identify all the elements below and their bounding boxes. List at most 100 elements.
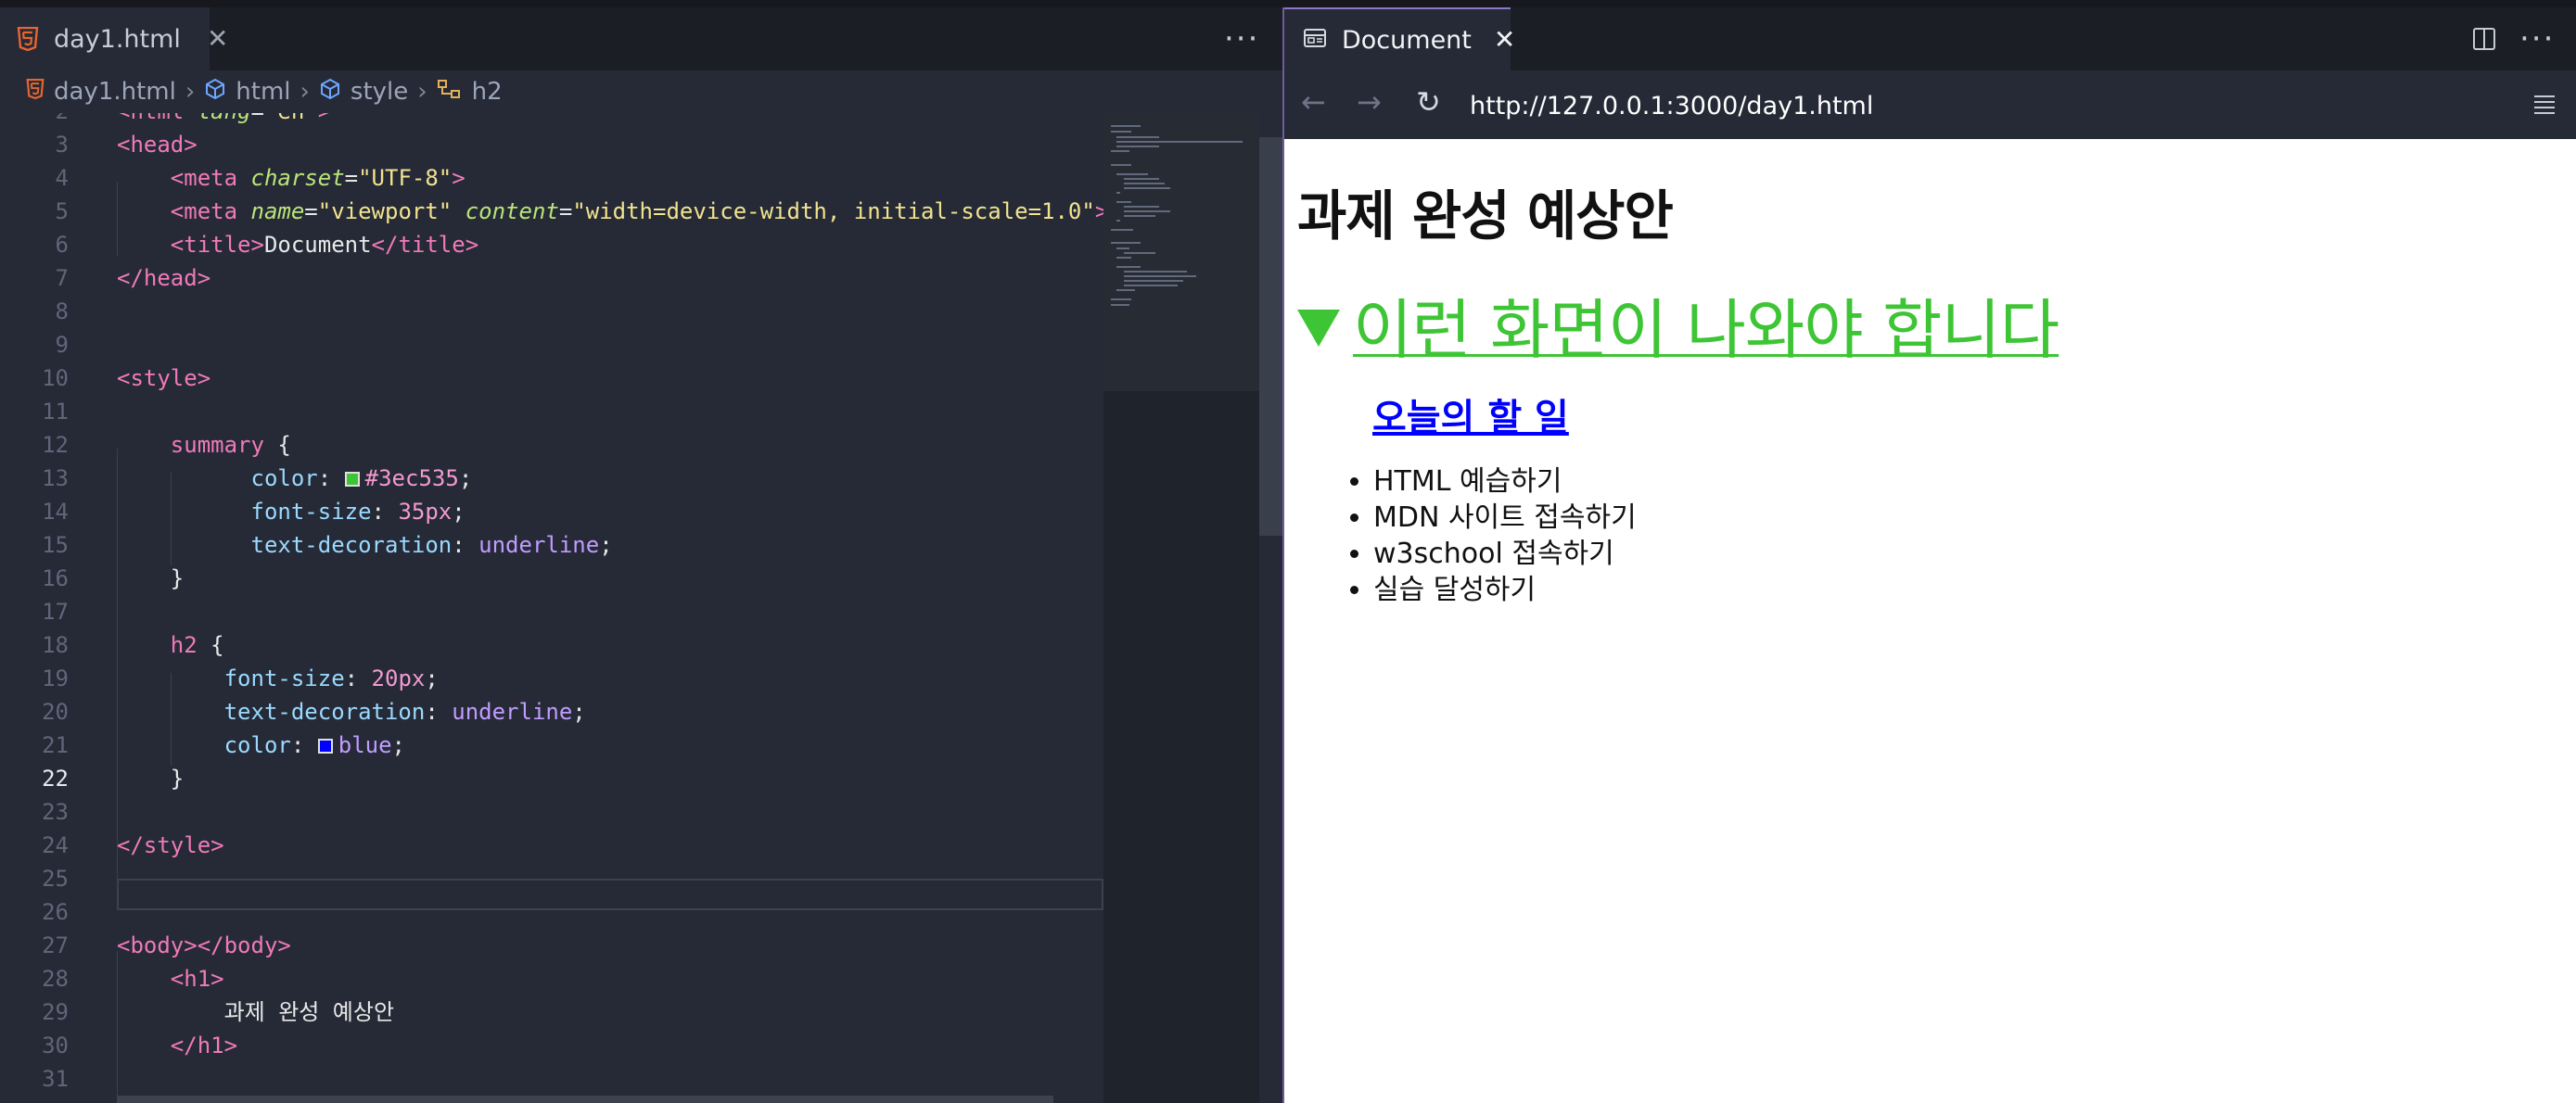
window-top-strip [0, 0, 2576, 7]
menu-icon[interactable] [2532, 93, 2557, 119]
browser-tab-bar: Document ✕ ··· [1284, 7, 2576, 70]
code-line[interactable]: 2 <html lang="en"> [0, 113, 1103, 128]
code-line[interactable]: 14 font-size: 35px; [0, 495, 1103, 528]
line-number: 13 [42, 465, 69, 491]
minimap-slider[interactable] [1103, 113, 1259, 391]
code-line[interactable]: 31 [0, 1062, 1103, 1096]
details-summary[interactable]: 이런 화면이 나와야 합니다 [1297, 278, 2060, 372]
breadcrumb-style[interactable]: style [319, 78, 408, 107]
line-number: 5 [55, 198, 69, 224]
line-number: 26 [42, 899, 69, 925]
close-icon[interactable]: ✕ [1494, 27, 1515, 53]
browser-nav-bar: ← → ↻ [1284, 70, 2576, 139]
code-line[interactable]: 3 <head> [0, 128, 1103, 161]
code-line[interactable]: 7 </head> [0, 261, 1103, 295]
line-number: 10 [42, 365, 69, 391]
code-line[interactable]: 6 <title>Document</title> [0, 228, 1103, 261]
css-selector-icon [437, 78, 463, 107]
page-title: 과제 완성 예상안 [1297, 184, 1674, 247]
code-line[interactable]: 21 color: blue; [0, 729, 1103, 762]
more-actions-icon[interactable]: ··· [1224, 20, 1259, 57]
line-number: 27 [42, 932, 69, 958]
code-line[interactable]: 10 <style> [0, 361, 1103, 395]
cube-icon [319, 78, 341, 107]
todo-heading: 오늘의 할 일 [1372, 397, 1569, 439]
line-number: 6 [55, 232, 69, 258]
disclosure-triangle-icon[interactable] [1297, 309, 1340, 347]
code-line[interactable]: 26 [0, 895, 1103, 929]
code-line[interactable]: 9 [0, 328, 1103, 361]
code-line-text: color: #3ec535; [250, 465, 473, 491]
code-line[interactable]: 11 [0, 395, 1103, 428]
code-line[interactable]: 22 } [0, 762, 1103, 795]
breadcrumb-style-label: style [350, 78, 409, 106]
code-line[interactable]: 24 </style> [0, 829, 1103, 862]
line-number: 14 [42, 499, 69, 525]
line-number: 30 [42, 1033, 69, 1059]
list-item: 실습 달성하기 [1373, 572, 1637, 608]
code-line[interactable]: 19 font-size: 20px; [0, 662, 1103, 695]
code-line[interactable]: 29 과제 완성 예상안 [0, 995, 1103, 1029]
url-input[interactable] [1470, 87, 2397, 124]
code-line-text: h2 { [170, 632, 224, 658]
code-line[interactable]: 8 [0, 295, 1103, 328]
todo-list: HTML 예습하기 MDN 사이트 접속하기 w3school 접속하기 실습 … [1338, 463, 1637, 608]
breadcrumb-file-label: day1.html [54, 78, 176, 106]
code-line-text: <body></body> [117, 932, 291, 958]
back-arrow-icon[interactable]: ← [1301, 87, 1326, 117]
editor-tab-day1[interactable]: day1.html ✕ [0, 7, 228, 70]
code-line-text: <meta charset="UTF-8"> [170, 165, 465, 191]
code-line-text: <meta name="viewport" content="width=dev… [170, 198, 1103, 224]
breadcrumb: day1.html › html › style › h2 [0, 70, 1282, 113]
code-line[interactable]: 23 [0, 795, 1103, 829]
code-line-text: text-decoration: underline; [250, 532, 613, 558]
browser-viewport: 과제 완성 예상안 이런 화면이 나와야 합니다 오늘의 할 일 HTML 예습… [1284, 139, 2576, 1103]
code-line[interactable]: 18 h2 { [0, 628, 1103, 662]
code-line[interactable]: 16 } [0, 562, 1103, 595]
code-line-text: <h1> [170, 966, 224, 992]
code-editor-pane: day1.html ✕ ··· day1.html › html › style… [0, 7, 1282, 1103]
close-icon[interactable]: ✕ [207, 26, 228, 52]
line-number: 16 [42, 565, 69, 591]
cube-icon [204, 78, 226, 107]
chevron-right-icon: › [300, 78, 310, 106]
code-line[interactable]: 28 <h1> [0, 962, 1103, 995]
browser-tab-document[interactable]: Document ✕ [1284, 7, 1515, 70]
code-line[interactable]: 25 [0, 862, 1103, 895]
code-line[interactable]: 20 text-decoration: underline; [0, 695, 1103, 729]
horizontal-scrollbar-thumb[interactable] [117, 1096, 1053, 1103]
split-editor-icon[interactable] [2471, 26, 2497, 56]
forward-arrow-icon[interactable]: → [1357, 87, 1382, 117]
summary-text[interactable]: 이런 화면이 나와야 합니다 [1353, 278, 2060, 372]
simple-browser-pane: Document ✕ ··· ← → ↻ 과제 완성 예상안 이런 화면이 나와… [1284, 7, 2576, 1103]
code-line[interactable]: 5 <meta name="viewport" content="width=d… [0, 195, 1103, 228]
code-line[interactable]: 13 color: #3ec535; [0, 462, 1103, 495]
breadcrumb-h2[interactable]: h2 [437, 78, 503, 107]
code-line[interactable]: 4 <meta charset="UTF-8"> [0, 161, 1103, 195]
editor-tab-label: day1.html [54, 24, 181, 54]
code-line[interactable]: 30 </h1> [0, 1029, 1103, 1062]
line-number: 21 [42, 732, 69, 758]
chevron-right-icon: › [417, 78, 427, 106]
more-actions-icon[interactable]: ··· [2519, 20, 2555, 57]
code-line[interactable]: 12 summary { [0, 428, 1103, 462]
code-line[interactable]: 27 <body></body> [0, 929, 1103, 962]
code-line[interactable]: 15 text-decoration: underline; [0, 528, 1103, 562]
line-number: 22 [42, 766, 69, 792]
code-line-text: <style> [117, 365, 211, 391]
list-item: MDN 사이트 접속하기 [1373, 500, 1637, 536]
breadcrumb-file[interactable]: day1.html [26, 78, 176, 106]
reload-icon[interactable]: ↻ [1416, 87, 1441, 117]
breadcrumb-html[interactable]: html [204, 78, 291, 107]
code-line[interactable]: 17 [0, 595, 1103, 628]
vertical-scrollbar-thumb[interactable] [1259, 137, 1282, 536]
line-number: 19 [42, 666, 69, 691]
code-line-text: font-size: 35px; [250, 499, 465, 525]
line-number: 31 [42, 1066, 69, 1092]
html5-file-icon [17, 27, 39, 51]
code-line-text: } [170, 565, 185, 591]
editor-tab-bar: day1.html ✕ ··· [0, 7, 1282, 70]
code-line-text: </head> [117, 265, 211, 291]
code-text-area[interactable]: 2 <html lang="en"> 3 <head> 4 <meta charset=… [0, 113, 1103, 1103]
code-line-text: 과제 완성 예상안 [223, 999, 395, 1025]
